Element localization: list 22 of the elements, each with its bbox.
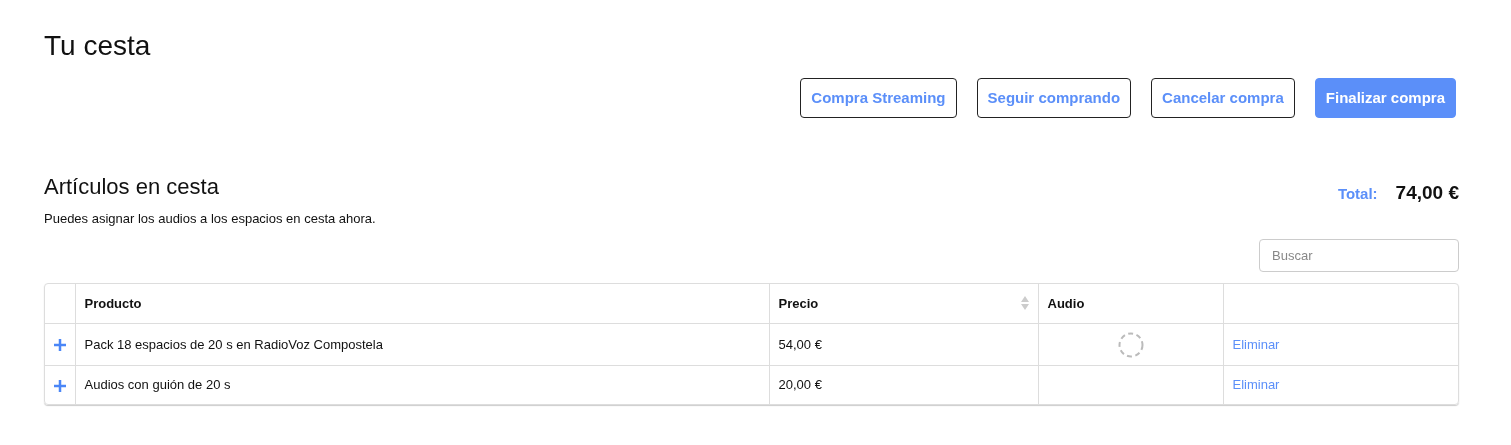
action-button[interactable]: Cancelar compra — [1151, 78, 1295, 118]
page-title: Tu cesta — [44, 29, 151, 63]
column-header: Producto — [84, 294, 142, 313]
action-button[interactable]: Finalizar compra — [1314, 78, 1456, 118]
section-subtitle: Puedes asignar los audios a los espacios en cesta ahora. — [44, 210, 376, 228]
action-button[interactable]: Seguir comprando — [976, 78, 1132, 118]
loading-spinner-icon — [1117, 331, 1144, 358]
action-button[interactable]: Compra Streaming — [800, 78, 957, 118]
search-field[interactable]: Buscar — [1259, 238, 1459, 272]
total-label: Total: — [1337, 184, 1378, 204]
product-name: Audios con guión de 20 s — [84, 377, 231, 392]
column-header: Audio — [1047, 294, 1085, 313]
price-text: 20,00 € — [778, 377, 822, 392]
column-header: Precio — [778, 294, 819, 313]
price-text: 54,00 € — [778, 336, 822, 352]
remove-link[interactable]: Eliminar — [1232, 336, 1280, 352]
expand-icon[interactable] — [53, 379, 66, 392]
expand-icon[interactable] — [53, 339, 66, 352]
total-value: 74,00 € — [1395, 181, 1459, 205]
remove-link[interactable]: Eliminar — [1232, 377, 1280, 392]
section-heading: Artículos en cesta — [44, 173, 219, 201]
product-name: Pack 18 espacios de 20 s en RadioVoz Compostela — [84, 336, 383, 352]
